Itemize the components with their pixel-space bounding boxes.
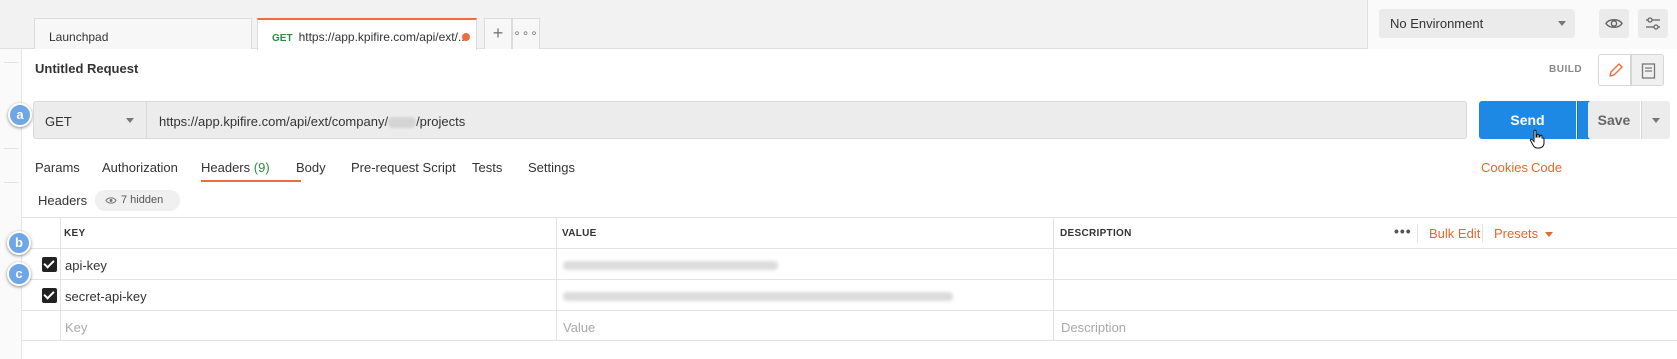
chevron-down-icon xyxy=(1652,118,1660,123)
method-select-value: GET xyxy=(45,114,72,129)
hidden-headers-count: 7 hidden xyxy=(121,194,164,206)
tab-settings[interactable]: Settings xyxy=(528,160,575,175)
save-options-button[interactable] xyxy=(1641,101,1670,139)
tab-headers-count: (9) xyxy=(253,160,270,175)
tab-headers[interactable]: Headers (9) xyxy=(201,160,270,175)
document-icon xyxy=(1641,63,1656,79)
tab-pre-request-script[interactable]: Pre-request Script xyxy=(351,160,456,175)
redacted-company-id xyxy=(388,117,417,129)
code-link[interactable]: Code xyxy=(1531,160,1562,175)
divider xyxy=(1482,224,1483,242)
tab-launchpad-label: Launchpad xyxy=(49,30,109,44)
tab-launchpad[interactable]: Launchpad xyxy=(34,18,252,49)
unsaved-dot-icon xyxy=(462,33,470,41)
table-row: api-key xyxy=(22,248,1677,279)
cookies-link[interactable]: Cookies xyxy=(1481,160,1528,175)
new-tab-button[interactable]: + xyxy=(484,18,512,49)
tab-active-request[interactable]: GET https://app.kpifire.com/api/ext/... xyxy=(257,18,477,50)
column-divider xyxy=(556,217,557,341)
table-options-button[interactable]: ••• xyxy=(1394,223,1412,239)
chevron-down-icon xyxy=(1558,21,1566,26)
presets-label: Presets xyxy=(1494,226,1539,241)
hand-cursor-icon xyxy=(1529,129,1545,149)
column-header-value: VALUE xyxy=(562,228,597,239)
redacted-value[interactable] xyxy=(563,261,778,270)
new-value-input[interactable]: Value xyxy=(563,320,595,335)
environment-select-value: No Environment xyxy=(1390,16,1484,31)
send-button[interactable]: Send xyxy=(1479,101,1576,139)
eye-icon xyxy=(105,197,117,204)
url-suffix: /projects xyxy=(416,114,466,129)
build-mode-button[interactable] xyxy=(1598,54,1631,86)
chevron-down-icon xyxy=(1545,232,1554,237)
sliders-icon xyxy=(1646,17,1660,30)
table-row: secret-api-key xyxy=(22,279,1677,310)
column-divider xyxy=(60,217,61,341)
chevron-down-icon xyxy=(126,118,134,123)
header-key-cell[interactable]: api-key xyxy=(65,258,107,273)
callout-b: b xyxy=(7,231,31,255)
table-row-new: Key Value Description xyxy=(22,310,1677,341)
eye-icon xyxy=(1605,19,1623,28)
tab-request-label: https://app.kpifire.com/api/ext/... xyxy=(298,30,468,44)
pencil-icon xyxy=(1609,63,1623,77)
tab-headers-label: Headers xyxy=(201,160,251,175)
row-enabled-checkbox[interactable] xyxy=(42,257,57,272)
gutter-divider xyxy=(4,62,18,63)
tab-method-tag: GET xyxy=(272,33,293,44)
new-description-input[interactable]: Description xyxy=(1061,320,1126,335)
column-divider xyxy=(1053,217,1054,341)
presets-dropdown[interactable]: Presets xyxy=(1494,226,1554,241)
tab-tests[interactable]: Tests xyxy=(472,160,502,175)
hidden-headers-toggle[interactable]: 7 hidden xyxy=(95,190,180,211)
new-key-input[interactable]: Key xyxy=(65,320,87,335)
request-title[interactable]: Untitled Request xyxy=(35,61,138,76)
header-key-cell[interactable]: secret-api-key xyxy=(65,289,147,304)
request-subtabs: Params Authorization Headers (9) Body Pr… xyxy=(0,150,1677,184)
headers-section-label: Headers xyxy=(38,193,88,208)
callout-a: a xyxy=(8,103,32,127)
callout-c: c xyxy=(7,262,31,286)
save-button[interactable]: Save xyxy=(1588,101,1640,139)
column-header-key: KEY xyxy=(64,228,86,239)
tab-body[interactable]: Body xyxy=(296,160,326,175)
url-input[interactable]: https://app.kpifire.com/api/ext/company/… xyxy=(146,101,1467,139)
gutter-divider xyxy=(4,148,18,149)
method-select[interactable]: GET xyxy=(33,101,146,139)
row-enabled-checkbox[interactable] xyxy=(42,288,57,303)
documentation-mode-button[interactable] xyxy=(1631,54,1664,86)
environment-select[interactable]: No Environment xyxy=(1379,9,1575,38)
tab-authorization[interactable]: Authorization xyxy=(102,160,178,175)
redacted-value[interactable] xyxy=(563,292,953,301)
tab-options-button[interactable]: ∘∘∘ xyxy=(512,18,540,49)
active-tab-indicator xyxy=(201,180,301,182)
divider xyxy=(1417,224,1418,242)
column-header-description: DESCRIPTION xyxy=(1060,228,1132,239)
bulk-edit-link[interactable]: Bulk Edit xyxy=(1429,226,1480,241)
url-prefix: https://app.kpifire.com/api/ext/company/ xyxy=(159,114,389,129)
environment-quick-look-button[interactable] xyxy=(1599,9,1629,38)
table-header-row: KEY VALUE DESCRIPTION ••• Bulk Edit Pres… xyxy=(22,217,1677,248)
tab-params[interactable]: Params xyxy=(35,160,80,175)
manage-environments-button[interactable] xyxy=(1638,9,1668,38)
build-mode-label: BUILD xyxy=(1549,64,1583,75)
